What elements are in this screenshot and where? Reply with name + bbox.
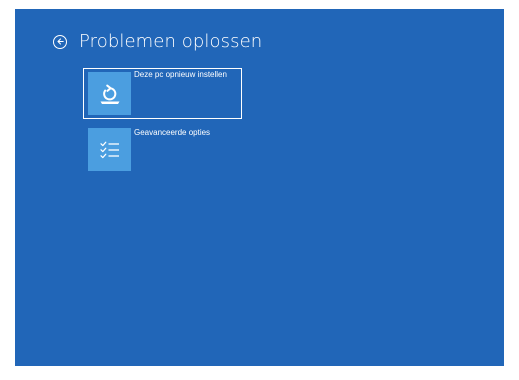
option-label: Geavanceerde opties	[134, 128, 211, 137]
reset-pc-icon	[88, 72, 131, 115]
back-arrow-icon	[56, 38, 64, 45]
checklist-icon	[88, 128, 131, 171]
option-reset-pc[interactable]: Deze pc opnieuw instellen	[83, 68, 242, 119]
header: Problemen oplossen	[53, 31, 262, 52]
option-label: Deze pc opnieuw instellen	[134, 70, 227, 79]
page-title: Problemen oplossen	[79, 31, 263, 52]
option-advanced-options[interactable]: Geavanceerde opties	[83, 126, 242, 177]
recovery-screen: Problemen oplossen Deze pc opnieuw inste…	[15, 9, 504, 366]
back-button[interactable]	[53, 34, 67, 49]
